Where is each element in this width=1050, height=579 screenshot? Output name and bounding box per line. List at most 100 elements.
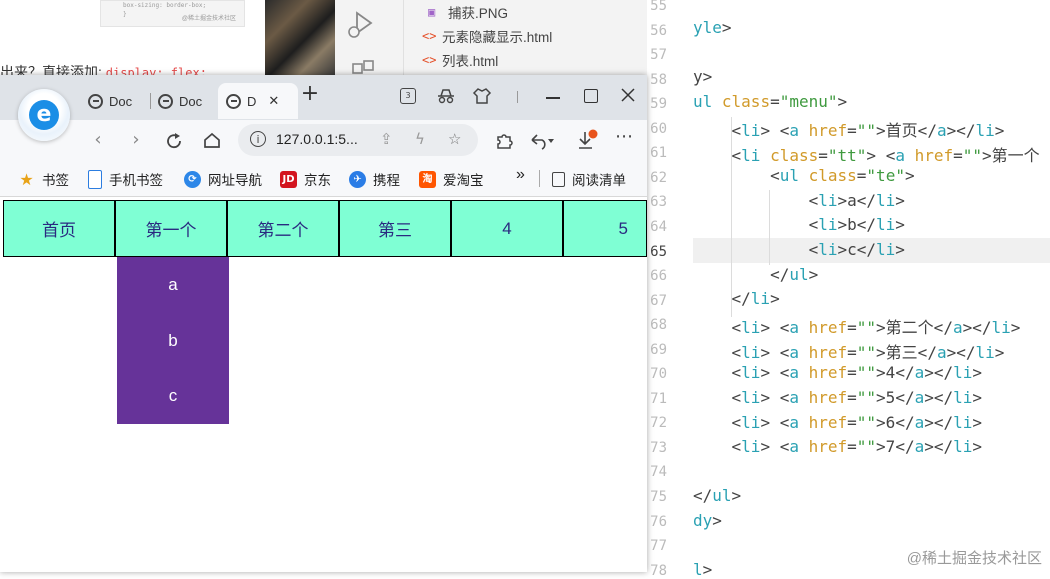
new-tab-button[interactable]: + — [296, 81, 324, 106]
bookmark-separator — [539, 170, 540, 187]
tab-separator — [150, 93, 151, 109]
code-line: </ul> — [770, 265, 819, 284]
address-bar[interactable]: i 127.0.0.1:5... ⇪ ϟ ☆ — [238, 124, 478, 156]
line-number: 66 — [650, 268, 667, 285]
file-name: 捕获.PNG — [448, 6, 509, 21]
line-number: 70 — [650, 366, 667, 383]
line-number: 78 — [650, 562, 667, 579]
line-number: 64 — [650, 218, 667, 235]
background-photo — [265, 0, 335, 75]
line-number: 56 — [650, 22, 667, 39]
site-info-icon[interactable]: i — [250, 131, 266, 147]
home-icon[interactable] — [202, 131, 222, 149]
navigation-bar: ‹ › i 127.0.0.1:5... ⇪ ϟ ☆ ⋯ — [0, 120, 647, 160]
line-number: 61 — [650, 145, 667, 162]
browser-tab[interactable]: Doc — [152, 83, 220, 119]
thumbnail-code: box-sizing: border-box; — [123, 2, 207, 9]
forward-button[interactable]: › — [123, 129, 149, 150]
shirt-icon[interactable] — [472, 86, 492, 106]
browser-tab[interactable]: Doc — [80, 83, 158, 119]
edge-tab-icon — [88, 93, 103, 109]
minimize-icon[interactable] — [546, 97, 560, 99]
bookmark-item[interactable]: 手机书签 — [88, 169, 163, 189]
reading-list-button[interactable]: 阅读清单 — [552, 169, 626, 189]
line-number: 68 — [650, 317, 667, 334]
html-icon: <> — [422, 29, 437, 43]
submenu-item-label: c — [168, 386, 178, 405]
favorite-star-icon[interactable]: ☆ — [448, 130, 461, 148]
menu-item-first[interactable]: 第一个 — [115, 200, 227, 257]
menu-item-second[interactable]: 第二个 — [227, 200, 339, 257]
bookmark-label: 爱淘宝 — [443, 173, 484, 188]
extensions-icon[interactable] — [351, 60, 377, 74]
bookmark-label: 京东 — [304, 173, 331, 188]
submenu-item-label: b — [168, 331, 178, 350]
code-line: <li> <a href="">7</a></li> — [731, 437, 983, 456]
file-item[interactable]: <> 列表.html — [422, 49, 498, 71]
title-separator — [517, 91, 518, 103]
menu-item-label: 5 — [618, 218, 628, 238]
extensions-puzzle-icon[interactable] — [494, 131, 514, 151]
html-icon: <> — [422, 53, 437, 67]
line-number: 75 — [650, 489, 667, 505]
line-number: 73 — [650, 439, 667, 456]
bookmark-item[interactable]: ✈ 携程 — [349, 169, 400, 189]
menu-item-5[interactable]: 5 — [563, 200, 647, 257]
share-icon[interactable]: ⇪ — [380, 130, 393, 148]
line-number: 60 — [650, 120, 667, 137]
browser-window: Doc Doc D ✕ + 3 ‹ › i 127.0.0.1:5... ⇪ ϟ… — [0, 75, 647, 572]
refresh-icon[interactable] — [165, 132, 183, 150]
incognito-icon[interactable] — [436, 87, 456, 105]
close-window-icon[interactable] — [621, 88, 635, 102]
download-icon[interactable] — [576, 129, 598, 151]
menu-item-third[interactable]: 第三 — [339, 200, 451, 257]
code-line: <ul class="te"> — [770, 166, 915, 185]
submenu-item-b[interactable]: b — [117, 313, 229, 369]
close-tab-icon[interactable]: ✕ — [268, 93, 279, 109]
edge-tab-icon — [226, 93, 241, 109]
reading-list-icon — [552, 171, 565, 187]
code-line: dy> — [693, 511, 722, 530]
line-number: 63 — [650, 194, 667, 211]
line-number: 71 — [650, 390, 667, 407]
file-name: 列表.html — [442, 54, 499, 69]
tab-label: D — [247, 93, 257, 109]
bookmark-item[interactable]: 淘爱淘宝 — [419, 169, 484, 189]
ctrip-icon: ✈ — [349, 170, 366, 188]
code-line: ul class="menu"> — [693, 92, 848, 111]
file-item[interactable]: <> 元素隐藏显示.html — [422, 25, 552, 47]
submenu-item-c[interactable]: c — [117, 368, 229, 424]
more-menu-icon[interactable]: ⋯ — [611, 126, 637, 147]
undo-icon[interactable] — [528, 132, 556, 150]
menu-item-4[interactable]: 4 — [451, 200, 563, 257]
line-number: 69 — [650, 341, 667, 358]
back-button[interactable]: ‹ — [85, 129, 111, 150]
watermark: @稀土掘金技术社区 — [906, 550, 1042, 567]
file-item[interactable]: ▣ 捕获.PNG — [428, 1, 508, 23]
maximize-icon[interactable] — [584, 89, 598, 103]
code-line: <li> <a href="">6</a></li> — [731, 413, 983, 432]
run-debug-icon[interactable] — [345, 10, 377, 40]
url-text[interactable]: 127.0.0.1:5... — [276, 131, 358, 147]
tab-label: Doc — [179, 93, 203, 109]
menu-item-label: 第一个 — [145, 221, 197, 240]
reading-list-label: 阅读清单 — [572, 173, 626, 188]
tab-actions-icon[interactable]: 3 — [400, 88, 416, 104]
code-line: <li>c</li> — [808, 240, 905, 259]
image-icon: ▣ — [428, 5, 436, 19]
lightning-icon[interactable]: ϟ — [415, 130, 425, 148]
menu-item-home[interactable]: 首页 — [3, 200, 115, 257]
edge-browser-logo[interactable]: e — [18, 89, 70, 141]
bookmark-item[interactable]: ⟳ 网址导航 — [184, 169, 262, 189]
browser-tab-active[interactable]: D ✕ — [218, 83, 298, 119]
jd-icon: JD — [280, 170, 297, 188]
more-bookmarks-icon[interactable]: » — [516, 166, 525, 184]
code-line: <li> <a href="">第二个</a></li> — [731, 318, 1021, 337]
menu-item-label: 4 — [502, 218, 512, 238]
title-bar: Doc Doc D ✕ + 3 — [0, 75, 647, 120]
line-number: 67 — [650, 292, 667, 309]
bookmark-item[interactable]: ★ 书签 — [18, 169, 69, 189]
submenu-item-a[interactable]: a — [117, 257, 229, 313]
bookmark-item[interactable]: JD 京东 — [280, 169, 331, 189]
activity-bar — [335, 0, 404, 75]
